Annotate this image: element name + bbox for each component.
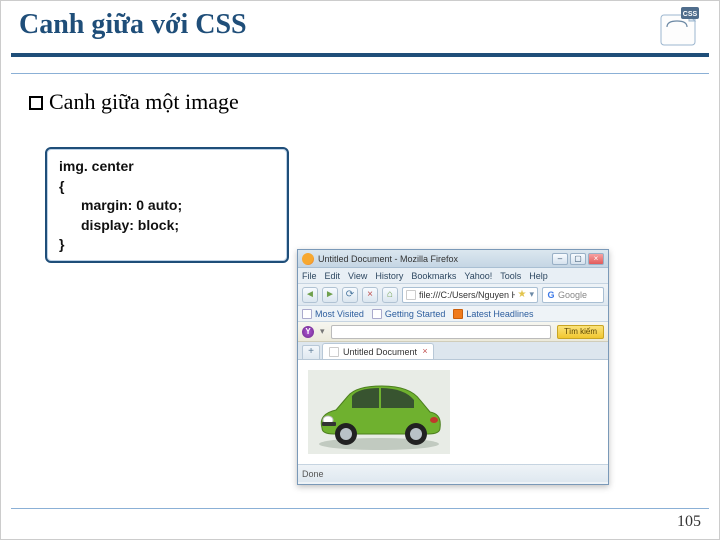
bookmark-label: Getting Started <box>385 309 446 319</box>
yahoo-icon[interactable]: Y <box>302 326 314 338</box>
rss-icon <box>453 309 463 319</box>
code-line-display: display: block; <box>59 216 275 236</box>
tab-strip: + Untitled Document × <box>298 342 608 360</box>
home-button[interactable]: ⌂ <box>382 287 398 303</box>
bookmark-star-icon[interactable]: ★ <box>518 289 527 300</box>
stop-button[interactable]: × <box>362 287 378 303</box>
subtitle-text: Canh giữa một image <box>49 89 239 114</box>
tab-close-icon[interactable]: × <box>420 346 430 356</box>
svg-text:CSS: CSS <box>683 11 698 18</box>
yahoo-dropdown-icon[interactable]: ▾ <box>320 326 325 337</box>
css-file-icon: CSS <box>655 7 701 47</box>
dropdown-icon[interactable]: ▾ <box>529 289 534 300</box>
menu-bar: File Edit View History Bookmarks Yahoo! … <box>298 268 608 284</box>
tab-favicon <box>329 347 339 357</box>
bookmark-latest-headlines[interactable]: Latest Headlines <box>453 309 533 319</box>
menu-edit[interactable]: Edit <box>325 271 341 281</box>
bullet-square-icon <box>29 96 43 110</box>
maximize-button[interactable]: ▢ <box>570 253 586 265</box>
title-underline-thick <box>11 53 709 57</box>
back-button[interactable]: ◄ <box>302 287 318 303</box>
reload-button[interactable]: ⟳ <box>342 287 358 303</box>
status-text: Done <box>302 469 324 479</box>
yahoo-search-input[interactable] <box>331 325 552 339</box>
navigation-toolbar: ◄ ► ⟳ × ⌂ file:///C:/Users/Nguyen Ha Gia… <box>298 284 608 306</box>
slide-header: Canh giữa với CSS CSS <box>1 1 719 45</box>
bookmarks-toolbar: Most Visited Getting Started Latest Head… <box>298 306 608 322</box>
slide: Canh giữa với CSS CSS Canh giữa một imag… <box>0 0 720 540</box>
menu-yahoo[interactable]: Yahoo! <box>464 271 492 281</box>
code-close-brace: } <box>59 235 275 255</box>
page-number: 105 <box>677 513 701 531</box>
menu-bookmarks[interactable]: Bookmarks <box>411 271 456 281</box>
bookmark-most-visited[interactable]: Most Visited <box>302 309 364 319</box>
footer-divider <box>11 508 709 509</box>
tab-label: Untitled Document <box>343 347 417 357</box>
google-icon: G <box>546 290 556 300</box>
page-icon <box>372 309 382 319</box>
menu-history[interactable]: History <box>375 271 403 281</box>
page-content <box>298 360 608 464</box>
minimize-button[interactable]: – <box>552 253 568 265</box>
yahoo-search-label: Tìm kiếm <box>564 327 597 336</box>
menu-file[interactable]: File <box>302 271 317 281</box>
yahoo-toolbar: Y ▾ Tìm kiếm <box>298 322 608 342</box>
code-line-margin: margin: 0 auto; <box>59 196 275 216</box>
forward-button[interactable]: ► <box>322 287 338 303</box>
car-image <box>308 370 450 454</box>
tab-untitled[interactable]: Untitled Document × <box>322 343 434 359</box>
firefox-icon <box>302 253 314 265</box>
slide-title: Canh giữa với CSS <box>19 9 701 41</box>
folder-icon <box>302 309 312 319</box>
menu-tools[interactable]: Tools <box>500 271 521 281</box>
menu-help[interactable]: Help <box>529 271 548 281</box>
slide-subtitle: Canh giữa một image <box>29 89 239 115</box>
search-box[interactable]: G Google <box>542 287 604 303</box>
firefox-window: Untitled Document - Mozilla Firefox – ▢ … <box>297 249 609 485</box>
code-selector: img. center <box>59 157 275 177</box>
bookmark-getting-started[interactable]: Getting Started <box>372 309 446 319</box>
window-title: Untitled Document - Mozilla Firefox <box>318 254 548 264</box>
address-bar[interactable]: file:///C:/Users/Nguyen Ha Giang/Doc ★ ▾ <box>402 287 538 303</box>
bookmark-label: Most Visited <box>315 309 364 319</box>
new-tab-button[interactable]: + <box>302 345 320 359</box>
search-placeholder: Google <box>558 290 587 300</box>
status-bar: Done <box>298 464 608 482</box>
yahoo-search-button[interactable]: Tìm kiếm <box>557 325 604 339</box>
code-snippet: img. center { margin: 0 auto; display: b… <box>45 147 289 263</box>
window-titlebar: Untitled Document - Mozilla Firefox – ▢ … <box>298 250 608 268</box>
window-controls: – ▢ × <box>552 253 604 265</box>
title-underline-thin <box>11 73 709 74</box>
url-text: file:///C:/Users/Nguyen Ha Giang/Doc <box>419 290 515 300</box>
close-button[interactable]: × <box>588 253 604 265</box>
menu-view[interactable]: View <box>348 271 367 281</box>
code-open-brace: { <box>59 177 275 197</box>
page-icon <box>406 290 416 300</box>
bookmark-label: Latest Headlines <box>466 309 533 319</box>
